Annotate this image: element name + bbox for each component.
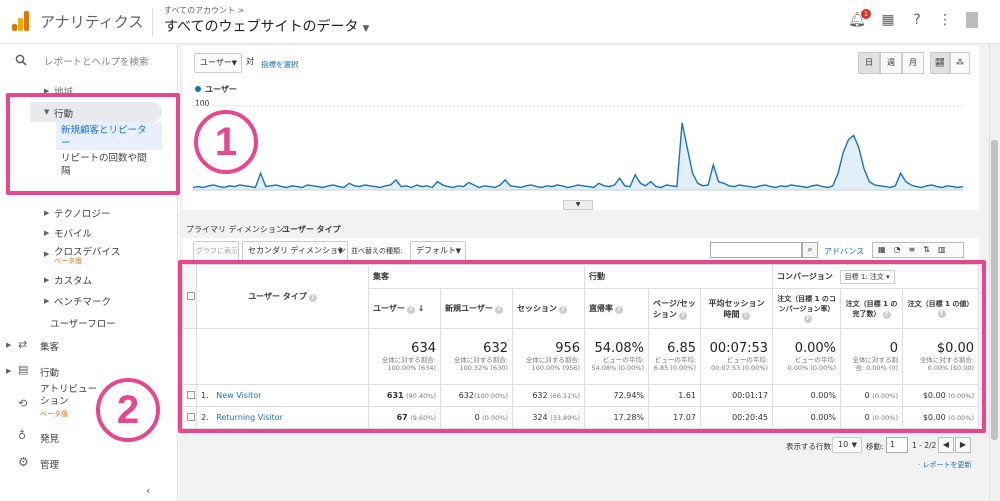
legend-label: ユーザー [205, 85, 237, 94]
collapse-sidebar-icon[interactable]: ‹ [146, 484, 150, 497]
comparison-view-icon[interactable]: ⇅ [923, 245, 938, 254]
acquisition-icon: ⇄ [18, 338, 28, 351]
sort-type-select[interactable]: デフォルト ▼ [410, 241, 466, 261]
caret-right-icon: ▶ [44, 297, 50, 305]
sidebar-search[interactable]: レポートとヘルプを検索 [0, 44, 178, 76]
prev-page-icon[interactable]: ◀ [938, 437, 954, 453]
vs-label: 対 [246, 57, 254, 66]
table-view-switcher[interactable]: ▦◔≡⇅▥ [872, 242, 964, 258]
top-bar: アナリティクス すべてのアカウント > すべてのウェブサイトのデータ ▼ 🔔︎ 1… [0, 0, 1000, 44]
search-icon[interactable]: ⌕ [802, 242, 818, 258]
day-button[interactable]: 日 [858, 52, 880, 74]
sidebar-item-discover[interactable]: 発見 [40, 431, 59, 445]
caret-right-icon: ▶ [44, 276, 50, 284]
select-metric-link[interactable]: 指標を選択 [261, 59, 299, 70]
divider [152, 8, 153, 36]
account-breadcrumb[interactable]: すべてのアカウント > [164, 5, 244, 16]
primary-dimension-value: ユーザー タイプ [282, 225, 341, 234]
caret-right-icon: ▶ [44, 250, 50, 258]
caret-right-icon: ▶ [44, 229, 50, 237]
rows-per-page-value: 10 [838, 440, 849, 449]
sidebar-item-behavior-top[interactable]: 行動 [40, 365, 59, 379]
gear-icon: ⚙ [18, 455, 29, 469]
chevron-down-icon: ▼ [851, 441, 857, 449]
scrollbar-thumb[interactable] [991, 140, 998, 440]
series-area-users [193, 122, 963, 190]
sidebar-item-mobile[interactable]: モバイル [54, 226, 92, 240]
pivot-view-icon[interactable]: ▥ [938, 245, 954, 254]
table-view-icon[interactable]: ▦ [878, 245, 894, 254]
expand-chart-handle[interactable]: ▼ [563, 200, 593, 210]
advanced-filter-link[interactable]: アドバンス [824, 246, 864, 257]
more-vert-icon[interactable]: ⋮ [936, 12, 954, 28]
avatar[interactable] [966, 12, 978, 28]
next-page-icon[interactable]: ▶ [955, 437, 971, 453]
lightbulb-icon: ♁ [18, 429, 27, 442]
chevron-down-icon: ▼ [455, 247, 461, 255]
rows-per-page-label: 表示する行数: [786, 442, 834, 451]
sidebar-item-technology[interactable]: テクノロジー [54, 206, 110, 220]
property-selector[interactable]: すべてのウェブサイトのデータ ▼ [164, 16, 369, 36]
goto-label: 移動: [866, 442, 884, 451]
sidebar-item-attribution[interactable]: アトリビューション [40, 384, 100, 408]
sidebar-item-admin[interactable]: 管理 [40, 457, 59, 471]
sidebar-item-acquisition[interactable]: 集客 [40, 339, 59, 353]
rows-per-page-select[interactable]: 10 ▼ [832, 437, 862, 453]
highlight-box-sidebar [6, 93, 180, 195]
performance-view-icon[interactable]: ≡ [909, 245, 924, 254]
annotation-number-2: 2 [96, 378, 160, 442]
attribution-icon: ⟲ [18, 397, 28, 410]
caret-right-icon: ▶ [6, 367, 12, 375]
page-range: 1 - 2/2 [912, 441, 937, 450]
goto-input[interactable]: 1 [886, 437, 908, 453]
highlight-box-table [178, 260, 986, 433]
secondary-dimension-value: セカンダリ ディメンション [248, 246, 346, 255]
chevron-down-icon: ▼ [337, 247, 343, 255]
property-title: すべてのウェブサイトのデータ [164, 19, 359, 35]
apps-grid-icon[interactable]: ▦ [879, 12, 897, 28]
legend-marker [195, 86, 201, 92]
metric-select[interactable]: ユーザー ▼ [194, 53, 242, 73]
caret-right-icon: ▶ [6, 341, 12, 349]
sort-type-value: デフォルト [416, 246, 456, 255]
week-button[interactable]: 週 [880, 52, 902, 74]
sort-type-label: 並べ替えの種類: [351, 247, 403, 255]
table-search-input[interactable] [710, 242, 802, 258]
motion-chart-icon[interactable]: ⁂ [950, 52, 970, 74]
sidebar-item-benchmark[interactable]: ベンチマーク [54, 294, 111, 308]
chevron-down-icon: ▼ [231, 59, 237, 67]
users-line-chart [193, 105, 963, 191]
secondary-dimension-select[interactable]: セカンダリ ディメンション ▼ [242, 241, 348, 261]
sidebar-item-user-flow[interactable]: ユーザーフロー [50, 316, 116, 330]
app-title: アナリティクス [40, 13, 144, 31]
beta-badge: ベータ版 [54, 257, 82, 265]
search-label: レポートとヘルプを検索 [44, 57, 149, 68]
primary-dimension-label: プライマリ ディメンション: [186, 225, 287, 234]
month-button[interactable]: 月 [902, 52, 924, 74]
annotation-number-1: 1 [194, 110, 258, 174]
chevron-down-icon: ▼ [362, 24, 370, 34]
help-icon[interactable]: ? [908, 12, 926, 28]
plot-rows-button[interactable]: グラフに表示 [193, 241, 239, 261]
notification-badge: 1 [861, 9, 871, 19]
metric-select-value: ユーザー [200, 58, 232, 67]
behavior-icon: ▤ [18, 363, 29, 376]
search-icon [15, 54, 27, 66]
caret-right-icon: ▶ [44, 209, 50, 217]
analytics-logo-icon[interactable] [12, 11, 30, 31]
beta-badge: ベータ版 [40, 410, 68, 418]
pie-view-icon[interactable]: ◔ [894, 245, 909, 254]
line-chart-icon[interactable]: 📈︎ [930, 52, 950, 74]
sidebar-item-custom[interactable]: カスタム [54, 273, 92, 287]
refresh-report-link[interactable]: · レポートを更新 [918, 460, 971, 470]
